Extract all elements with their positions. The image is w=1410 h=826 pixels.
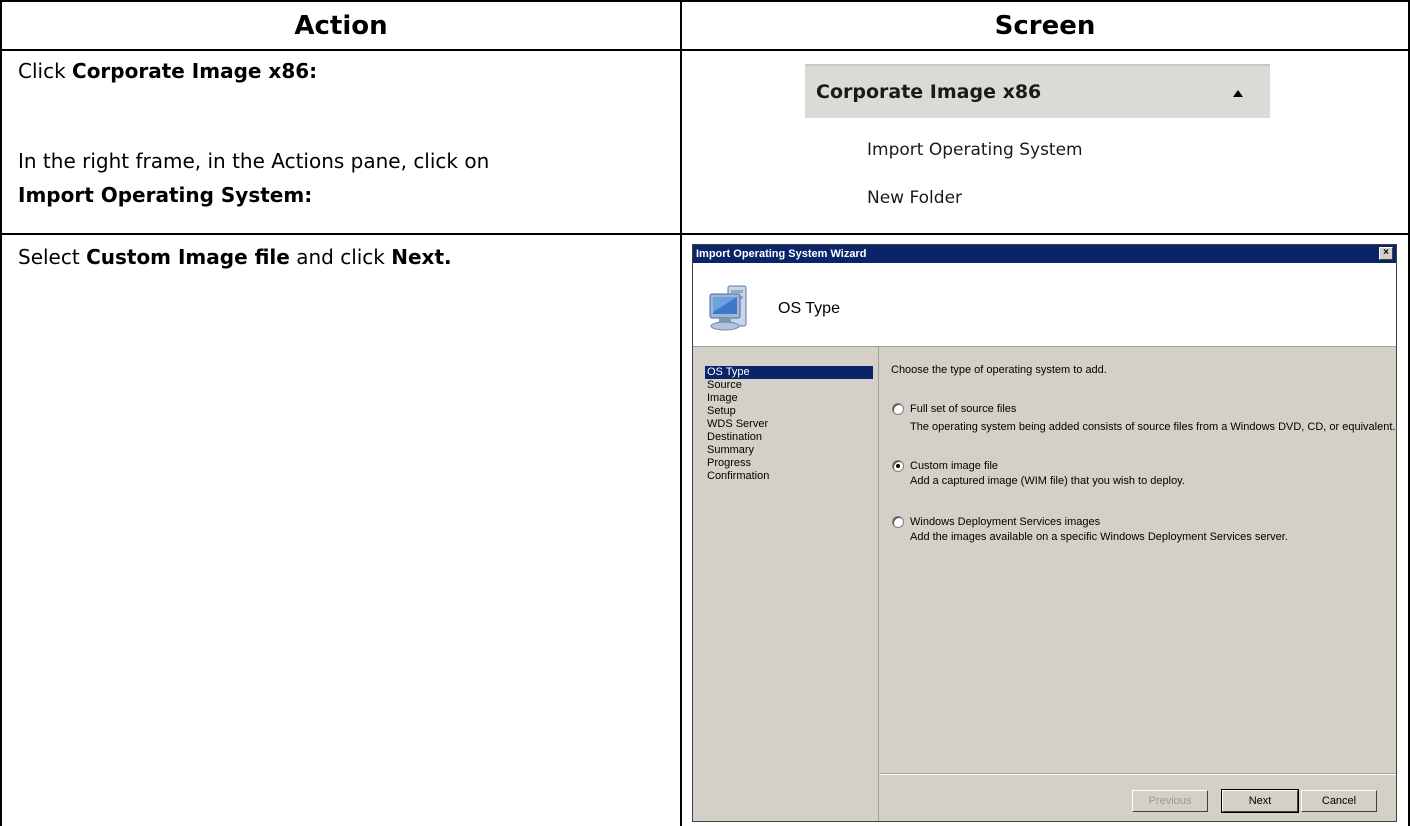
table-border-left (0, 0, 2, 826)
step-image[interactable]: Image (705, 392, 873, 405)
actions-pane-header[interactable]: Corporate Image x86 (805, 64, 1270, 118)
cancel-button[interactable]: Cancel (1301, 790, 1377, 812)
wizard-title: Import Operating System Wizard (696, 248, 867, 260)
step-destination[interactable]: Destination (705, 431, 873, 444)
row1-step-2: In the right frame, in the Actions pane,… (18, 149, 490, 173)
close-icon[interactable]: × (1379, 247, 1393, 260)
custom-image-label[interactable]: Custom image file (910, 460, 998, 472)
step-summary[interactable]: Summary (705, 444, 873, 457)
wds-images-description: Add the images available on a specific W… (910, 531, 1288, 543)
step-wds-server[interactable]: WDS Server (705, 418, 873, 431)
row1-step-1: Click Corporate Image x86: (18, 59, 318, 83)
actions-pane: Corporate Image x86 Import Operating Sys… (805, 62, 1270, 227)
next-button[interactable]: Next (1221, 789, 1299, 813)
header-divider (0, 49, 1410, 51)
wizard-steps-nav: OS Type Source Image Setup WDS Server De… (693, 347, 879, 821)
full-source-radio[interactable] (892, 403, 904, 415)
step-progress[interactable]: Progress (705, 457, 873, 470)
actions-pane-title[interactable]: Corporate Image x86 (816, 81, 1041, 103)
custom-image-radio[interactable] (892, 460, 904, 472)
wizard-content: Choose the type of operating system to a… (880, 347, 1396, 821)
full-source-label[interactable]: Full set of source files (910, 403, 1016, 415)
previous-button[interactable]: Previous (1132, 790, 1208, 812)
row1-step-3: Import Operating System: (18, 183, 313, 207)
table-border-top (0, 0, 1410, 2)
custom-image-description: Add a captured image (WIM file) that you… (910, 475, 1185, 487)
new-folder-action[interactable]: New Folder (867, 188, 962, 208)
wizard-banner: OS Type (693, 263, 1396, 347)
column-divider (680, 0, 682, 826)
row2-step: Select Custom Image file and click Next. (18, 245, 452, 269)
import-os-wizard-dialog: Import Operating System Wizard × OS Type… (692, 244, 1397, 822)
wds-images-label[interactable]: Windows Deployment Services images (910, 516, 1100, 528)
footer-separator (880, 773, 1396, 775)
wizard-heading: OS Type (778, 300, 840, 317)
step-source[interactable]: Source (705, 379, 873, 392)
header-screen: Screen (994, 11, 1096, 41)
os-type-prompt: Choose the type of operating system to a… (891, 364, 1107, 376)
step-setup[interactable]: Setup (705, 405, 873, 418)
import-operating-system-action[interactable]: Import Operating System (867, 140, 1083, 160)
wds-images-radio[interactable] (892, 516, 904, 528)
step-os-type[interactable]: OS Type (705, 366, 873, 379)
computer-icon (709, 285, 747, 331)
row-divider (0, 233, 1410, 235)
step-confirmation[interactable]: Confirmation (705, 470, 873, 483)
wizard-titlebar: Import Operating System Wizard × (693, 245, 1396, 263)
header-action: Action (294, 11, 388, 41)
full-source-description: The operating system being added consist… (910, 421, 1396, 433)
collapse-arrow-icon[interactable] (1233, 90, 1243, 97)
